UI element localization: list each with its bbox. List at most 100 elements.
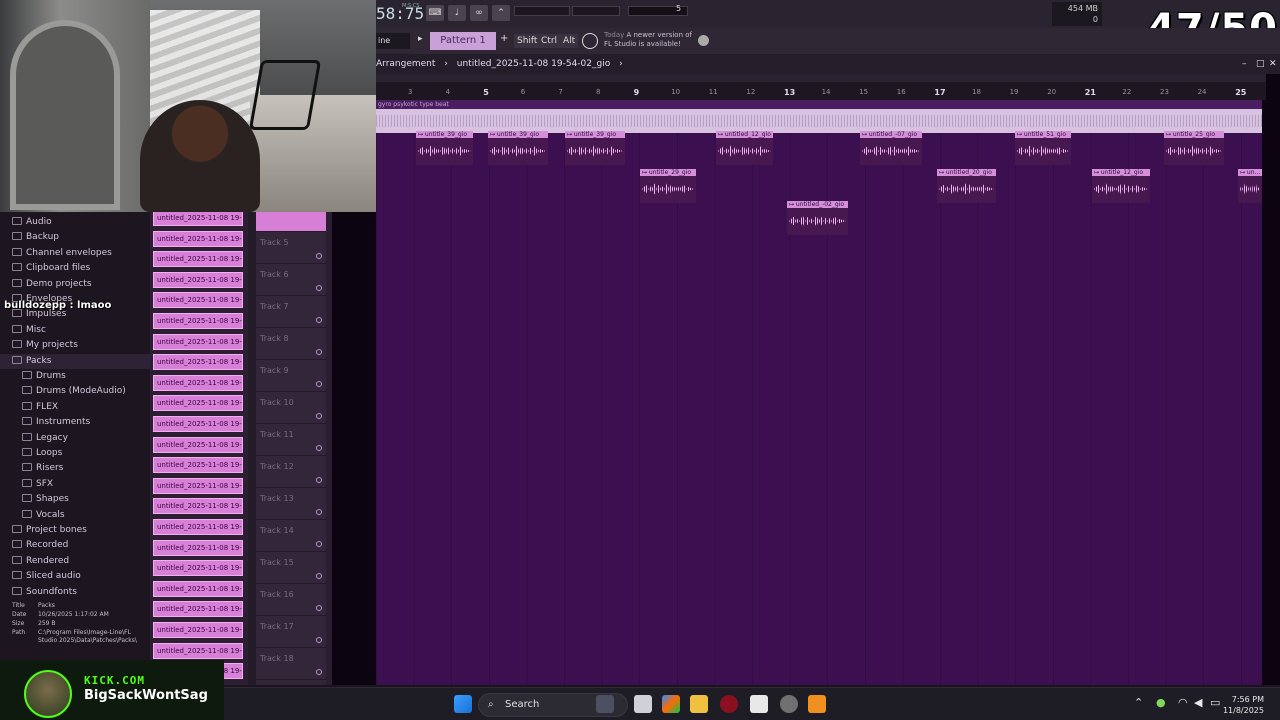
channel-button[interactable]: untitled_2025-11-08 19- bbox=[153, 212, 243, 226]
track-mute-icon[interactable] bbox=[316, 637, 322, 643]
audio-clip[interactable]: ↦ untitle_25_gio bbox=[1164, 131, 1224, 165]
main-volume-slider[interactable] bbox=[514, 6, 570, 16]
track-header[interactable]: Track 5 bbox=[256, 232, 326, 264]
channel-button[interactable]: untitled_2025-11-08 19- bbox=[153, 560, 243, 577]
opera-icon[interactable] bbox=[720, 695, 738, 713]
browser-item[interactable]: Vocals bbox=[0, 508, 150, 523]
track-header[interactable]: Track 9 bbox=[256, 360, 326, 392]
main-pitch-slider[interactable] bbox=[572, 6, 620, 16]
audio-clip[interactable]: ↦ untitle_39_gio bbox=[416, 131, 473, 165]
audio-clip[interactable]: ↦ untitled_20_gio bbox=[937, 169, 996, 203]
add-pattern-icon[interactable]: + bbox=[500, 33, 508, 44]
play-arrow-icon[interactable]: ▸ bbox=[418, 34, 423, 44]
browser-item[interactable]: Packs bbox=[0, 353, 150, 369]
maximize-button[interactable]: □ bbox=[1256, 59, 1265, 69]
channel-button[interactable]: untitled_2025-11-08 19- bbox=[153, 271, 243, 288]
browser-item[interactable]: Demo projects bbox=[0, 277, 150, 292]
track-mute-icon[interactable] bbox=[316, 381, 322, 387]
close-button[interactable]: ✕ bbox=[1269, 59, 1277, 69]
alt-button[interactable]: Alt bbox=[560, 34, 579, 48]
browser-item[interactable]: Loops bbox=[0, 446, 150, 461]
battery-icon[interactable]: ▭ bbox=[1210, 696, 1220, 709]
loop-record-icon[interactable]: ∞ bbox=[470, 5, 488, 21]
browser-item[interactable]: Rendered bbox=[0, 554, 150, 569]
browser-item[interactable]: My projects bbox=[0, 338, 150, 353]
track-header[interactable]: Track 13 bbox=[256, 488, 326, 520]
task-view-icon[interactable] bbox=[634, 695, 652, 713]
microphone-icon[interactable]: ● bbox=[1156, 696, 1166, 709]
channel-button[interactable]: untitled_2025-11-08 19- bbox=[153, 622, 243, 638]
minimize-button[interactable]: – bbox=[1242, 59, 1247, 69]
channel-button[interactable]: untitled_2025-11-08 19- bbox=[153, 477, 243, 494]
browser-item[interactable]: Audio bbox=[0, 215, 150, 230]
track-mute-icon[interactable] bbox=[316, 413, 322, 419]
browser-item[interactable]: Drums bbox=[0, 369, 150, 384]
track-header[interactable]: Track 14 bbox=[256, 520, 326, 552]
channel-button[interactable]: untitled_2025-11-08 19- bbox=[153, 251, 243, 268]
browser-item[interactable]: Shapes bbox=[0, 492, 150, 507]
track-mute-icon[interactable] bbox=[316, 605, 322, 611]
browser-item[interactable]: Recorded bbox=[0, 538, 150, 553]
steam-icon[interactable] bbox=[780, 695, 798, 713]
timeline-ruler[interactable]: 3 4 5 6 7 8 9 10 11 12 13 14 15 16 17 18 19 20 21 22 23 24 25 bbox=[376, 74, 1266, 100]
track-mute-icon[interactable] bbox=[316, 573, 322, 579]
show-hidden-icons[interactable]: ⌃ bbox=[1134, 696, 1143, 709]
track-mute-icon[interactable] bbox=[316, 445, 322, 451]
track-header-selected[interactable] bbox=[256, 212, 326, 232]
channel-button[interactable]: untitled_2025-11-08 19- bbox=[153, 498, 243, 515]
channel-button[interactable]: untitled_2025-11-08 19- bbox=[153, 354, 243, 371]
wifi-icon[interactable]: ◠ bbox=[1178, 696, 1188, 709]
browser-item[interactable]: Drums (ModeAudio) bbox=[0, 384, 150, 399]
track-mute-icon[interactable] bbox=[316, 509, 322, 515]
track-header[interactable]: Track 12 bbox=[256, 456, 326, 488]
track-mute-icon[interactable] bbox=[316, 669, 322, 675]
audio-clip[interactable]: ↦ untitle_39_gio bbox=[565, 131, 625, 165]
fl-studio-icon[interactable] bbox=[808, 695, 826, 713]
start-icon[interactable] bbox=[454, 695, 472, 713]
audio-clip[interactable]: ↦ untitle_12_gio bbox=[1092, 169, 1150, 203]
channel-button[interactable]: untitled_2025-11-08 19- bbox=[153, 601, 243, 618]
step-edit-icon[interactable]: ♩ bbox=[448, 5, 466, 21]
mode-dropdown[interactable]: ine bbox=[376, 33, 410, 49]
track-mute-icon[interactable] bbox=[316, 317, 322, 323]
browser-item[interactable]: SFX bbox=[0, 477, 150, 492]
track-mute-icon[interactable] bbox=[316, 253, 322, 259]
track-header[interactable]: Track 16 bbox=[256, 584, 326, 616]
browser-item[interactable]: FLEX bbox=[0, 400, 150, 415]
metronome-icon[interactable]: ⌃ bbox=[492, 5, 510, 21]
pattern-selector[interactable]: Pattern 1 bbox=[430, 32, 496, 50]
update-notice[interactable]: Today A newer version of FL Studio is av… bbox=[604, 31, 692, 49]
copilot-icon[interactable] bbox=[662, 695, 680, 713]
widgets-icon[interactable] bbox=[596, 695, 614, 713]
audio-track-lane[interactable]: gyro psykotic type beat bbox=[376, 100, 1262, 133]
audio-clip[interactable]: ↦ untitled_-02_gio bbox=[787, 201, 848, 235]
volume-icon[interactable]: ◀ bbox=[1194, 696, 1202, 709]
channel-button[interactable]: untitled_2025-11-08 19- bbox=[153, 580, 243, 597]
channel-button[interactable]: untitled_2025-11-08 19- bbox=[153, 230, 243, 247]
channel-button[interactable]: untitled_2025-11-08 19- bbox=[153, 313, 243, 329]
audio-clip[interactable]: ↦ untitle_39_gio bbox=[488, 131, 548, 165]
audio-clip[interactable] bbox=[376, 109, 1262, 133]
browser-item[interactable]: Project bones bbox=[0, 523, 150, 538]
browser-item[interactable]: Instruments bbox=[0, 415, 150, 430]
track-header[interactable]: Track 8 bbox=[256, 328, 326, 360]
track-header[interactable]: Track 10 bbox=[256, 392, 326, 424]
browser-item[interactable]: Channel envelopes bbox=[0, 246, 150, 261]
track-header[interactable]: Track 6 bbox=[256, 264, 326, 296]
audio-clip[interactable]: ↦ un... bbox=[1238, 169, 1262, 203]
browser-item[interactable]: Legacy bbox=[0, 431, 150, 446]
track-header[interactable]: Track 11 bbox=[256, 424, 326, 456]
browser-item[interactable]: Backup bbox=[0, 230, 150, 245]
channel-button[interactable]: untitled_2025-11-08 19- bbox=[153, 395, 243, 412]
track-header[interactable]: Track 15 bbox=[256, 552, 326, 584]
browser-item[interactable]: Soundfonts bbox=[0, 585, 150, 600]
shift-button[interactable]: Shift bbox=[514, 34, 541, 48]
channel-button[interactable]: untitled_2025-11-08 19- bbox=[153, 416, 243, 432]
browser-item[interactable]: Risers bbox=[0, 461, 150, 476]
track-mute-icon[interactable] bbox=[316, 349, 322, 355]
channel-button[interactable]: untitled_2025-11-08 19- bbox=[153, 642, 243, 659]
channel-button[interactable]: untitled_2025-11-08 19- bbox=[153, 374, 243, 391]
channel-button[interactable]: untitled_2025-11-08 19- bbox=[153, 333, 243, 350]
track-header[interactable]: Track 18 bbox=[256, 648, 326, 680]
online-icon[interactable] bbox=[698, 35, 709, 46]
